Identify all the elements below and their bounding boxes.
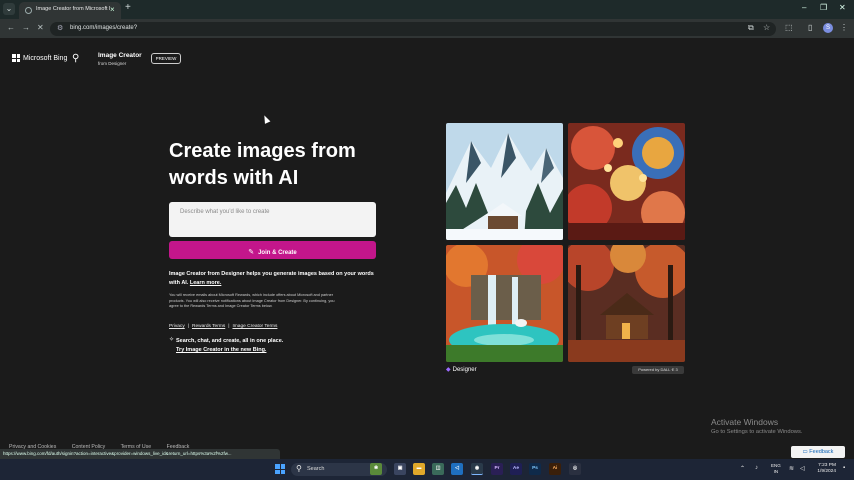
start-button-icon[interactable] (275, 464, 285, 474)
dalle-badge: Powered by DALL·E 3 (632, 366, 684, 374)
image-creator-terms-link[interactable]: Image Creator Terms (232, 324, 277, 329)
browser-toolbar: ← → ✕ ⚙ bing.com/images/create? ⧉ ☆ ⬚ ▯ … (0, 19, 854, 38)
stop-icon[interactable]: ✕ (37, 23, 44, 32)
product-title[interactable]: Image Creator (98, 52, 142, 59)
chrome-icon[interactable]: ◉ (471, 463, 483, 475)
back-icon[interactable]: ← (7, 23, 15, 32)
volume-icon[interactable]: ◁ (800, 465, 805, 472)
gallery-image-snowy-mountain-village (446, 123, 563, 240)
vscode-icon[interactable]: ◁ (451, 463, 463, 475)
gallery-image-autumn-forest-cabin (568, 245, 685, 362)
address-bar[interactable]: ⚙ bing.com/images/create? (50, 22, 776, 36)
hero-description: Image Creator from Designer helps you ge… (169, 270, 379, 288)
promo-text: Search, chat, and create, all in one pla… (176, 338, 284, 344)
close-window-icon[interactable]: ✕ (839, 3, 846, 12)
taskbar-search-label: Search (307, 466, 325, 472)
prompt-input[interactable]: Describe what you'd like to create (169, 202, 376, 237)
widget-icon[interactable]: ❀ (370, 463, 382, 475)
clock-date: 1/9/2024 (817, 469, 836, 474)
menu-kebab-icon[interactable]: ⋮ (840, 23, 848, 32)
prompt-placeholder: Describe what you'd like to create (180, 209, 270, 215)
taskbar-search-icon: ⚲ (296, 464, 302, 473)
restore-icon[interactable]: ❐ (820, 3, 827, 12)
extensions-icon[interactable]: ⬚ (785, 23, 793, 32)
activate-windows-subtitle: Go to Settings to activate Windows. (711, 429, 803, 435)
learn-more-link[interactable]: Learn more. (190, 280, 221, 286)
screen: ⌄ Image Creator from Microsoft Designer … (0, 0, 854, 480)
feedback-button[interactable]: ▭ Feedback (791, 446, 845, 458)
try-new-bing-link[interactable]: Try Image Creator in the new Bing. (176, 347, 266, 353)
separator: | (187, 324, 189, 329)
screen-recorder-icon[interactable]: ◎ (569, 463, 581, 475)
region-code: IN (773, 469, 779, 474)
brand-text: Microsoft Bing (23, 54, 68, 62)
hero-headline: Create images from words with AI (169, 140, 356, 189)
privacy-link[interactable]: Privacy (169, 324, 185, 329)
side-panel-icon[interactable]: ▯ (808, 23, 812, 32)
tab-search-icon[interactable]: ⌄ (3, 3, 15, 15)
microphone-icon[interactable]: ♪ (755, 465, 758, 471)
join-create-button[interactable]: ✎ Join & Create (169, 241, 376, 259)
browser-tab-strip: ⌄ Image Creator from Microsoft Designer … (0, 0, 854, 19)
site-info-icon[interactable]: ⚙ (57, 24, 63, 32)
rewards-fine-print: You will receive emails about Microsoft … (169, 293, 335, 308)
bing-logo[interactable]: Microsoft Bing (12, 54, 67, 62)
designer-label: ◆ Designer (446, 366, 477, 373)
task-view-icon[interactable]: ▣ (394, 463, 406, 475)
gallery-image-colorful-swirl-lanterns (568, 123, 685, 240)
join-create-label: Join & Create (258, 250, 297, 256)
search-icon[interactable]: ⚲ (72, 53, 79, 64)
rewards-terms-link[interactable]: Rewards Terms (192, 324, 225, 329)
gallery-image-waterfall-lagoon (446, 245, 563, 362)
browser-tab-active[interactable]: Image Creator from Microsoft Designer × (19, 2, 121, 19)
illustrator-icon[interactable]: Ai (549, 463, 561, 475)
windows-taskbar: ⚲ Search ❀ ▣ ▬ ◫ ◁ ◉ Pr Ae Ps Ai ◎ ⌃ ♪ E… (0, 459, 854, 480)
minimize-icon[interactable]: – (802, 3, 806, 12)
wifi-icon[interactable]: ≋ (789, 465, 794, 472)
status-bar-url: https://www.bing.com/fd/auth/signin?acti… (0, 449, 280, 459)
file-explorer-icon[interactable]: ▬ (413, 463, 425, 475)
premiere-icon[interactable]: Pr (491, 463, 503, 475)
legal-links: Privacy | Rewards Terms | Image Creator Term… (169, 324, 277, 329)
forward-icon[interactable]: → (22, 23, 30, 32)
sparkle-icon: ✧ (169, 337, 175, 343)
address-url[interactable]: bing.com/images/create? (70, 25, 137, 31)
loading-icon (25, 7, 32, 14)
notification-icon[interactable]: ▪ (843, 465, 845, 471)
store-icon[interactable]: ◫ (432, 463, 444, 475)
separator: | (228, 324, 230, 329)
close-tab-icon[interactable]: × (110, 5, 115, 14)
designer-logo-icon: ◆ (446, 367, 451, 373)
create-brush-icon: ✎ (248, 249, 255, 256)
activate-windows-title: Activate Windows (711, 417, 779, 427)
language-indicator[interactable]: ENG IN (771, 463, 781, 475)
preview-badge: PREVIEW (151, 53, 181, 64)
photoshop-icon[interactable]: Ps (529, 463, 541, 475)
taskbar-clock[interactable]: 7:23 PM 1/9/2024 (812, 463, 836, 475)
install-app-icon[interactable]: ⧉ (748, 23, 754, 33)
profile-avatar[interactable]: S (823, 23, 833, 33)
after-effects-icon[interactable]: Ae (510, 463, 522, 475)
page-content: Microsoft Bing ⚲ Image Creator from Desi… (0, 38, 854, 458)
feedback-label: Feedback (809, 449, 834, 455)
tray-chevron-icon[interactable]: ⌃ (740, 465, 745, 472)
bookmark-star-icon[interactable]: ☆ (763, 23, 770, 32)
microsoft-logo-icon (12, 54, 20, 62)
tab-title: Image Creator from Microsoft Designer (36, 6, 110, 12)
product-subtitle: from Designer (98, 61, 127, 66)
new-tab-button[interactable]: + (125, 2, 131, 13)
designer-text: Designer (452, 367, 477, 373)
